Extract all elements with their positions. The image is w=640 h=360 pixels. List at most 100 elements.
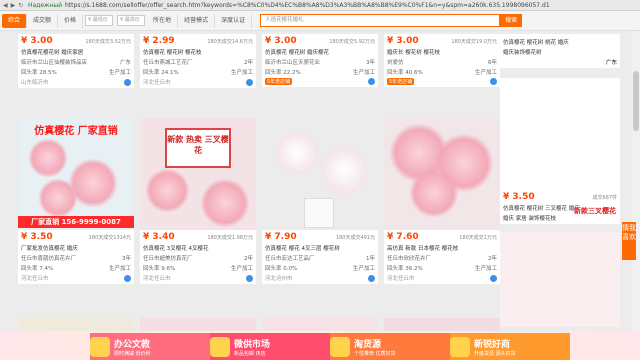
card-title[interactable]: 婚庆长 樱花树 樱花枝 — [387, 48, 497, 56]
image-banner: 厂家直销 156-9999-0087 — [18, 216, 134, 228]
url-field[interactable]: https://s.1688.com/selloffer/offer_searc… — [65, 2, 640, 9]
card-kind: 生产加工 — [352, 266, 375, 272]
card-title[interactable]: 仿真樱花 樱花树 婚庆樱花 — [265, 48, 375, 56]
side-product-card[interactable]: 新款三叉樱花 ¥ 3.50 成交687件 仿真樱花 樱花树 三叉樱花 婚庆 婚庆 … — [500, 78, 620, 224]
product-image-partial[interactable] — [140, 318, 256, 331]
product-image[interactable] — [500, 232, 620, 327]
card-kind: 生产加工 — [352, 70, 375, 76]
product-image[interactable]: 新款 热卖 三叉樱花 — [140, 118, 256, 230]
product-image[interactable] — [384, 118, 500, 230]
product-image[interactable]: 新款三叉樱花 — [500, 78, 620, 215]
tab-certification[interactable]: 深度认证 — [215, 13, 253, 28]
card-title[interactable]: 仿真樱花樱花树 婚庆家居 — [21, 48, 131, 56]
chat-icon[interactable] — [368, 78, 375, 85]
product-card[interactable]: ¥ 3.00 180天成交5.92万元 仿真樱花 樱花树 婚庆樱花 临沂市兰山区天… — [262, 34, 378, 87]
product-image-partial[interactable] — [384, 318, 500, 331]
card-seller[interactable]: 任丘市欣欣花卉厂 — [387, 254, 431, 262]
image-caption: 新款三叉樱花 — [574, 207, 616, 215]
card-info: ¥ 2.99 180天成交14.6万元 仿真樱花 樱花树 樱花枝 任丘市燕城工艺花… — [140, 34, 256, 88]
card-return-rate: 回头率 9.6% — [143, 266, 176, 272]
promo-wechat[interactable]: 微供市场 新品包邮 夜店 — [210, 333, 330, 360]
chat-icon[interactable] — [246, 274, 253, 282]
back-icon[interactable]: ◀ — [3, 2, 8, 9]
card-title[interactable]: 高仿真 新款 日本樱花 樱花枝 — [387, 244, 497, 252]
page-scrollbar[interactable] — [632, 31, 640, 360]
card-kind: 生产加工 — [230, 266, 253, 272]
product-card[interactable]: 新款 热卖 三叉樱花 ¥ 3.40 180天成交1.98万元 仿真樱花 3叉樱花 … — [140, 118, 256, 284]
card-seller[interactable]: 刘爱仿 — [387, 58, 404, 66]
product-card[interactable]: ¥ 2.99 180天成交14.6万元 仿真樱花 樱花树 樱花枝 任丘市燕城工艺花… — [140, 34, 256, 88]
card-seller[interactable]: 任丘市超美仿真花厂 — [143, 254, 193, 262]
tab-location[interactable]: 所在地 — [147, 13, 179, 28]
product-card[interactable]: ¥ 7.60 180天成交1万元 高仿真 新款 日本樱花 樱花枝 任丘市欣欣花卉厂… — [384, 118, 500, 284]
blossom-decor — [200, 178, 250, 228]
search-button[interactable]: 搜索 — [500, 14, 523, 27]
forward-icon[interactable]: ▶ — [11, 2, 16, 9]
chat-icon[interactable] — [490, 78, 497, 85]
card-seller[interactable]: 临沂市兰山区天骄花业 — [265, 58, 320, 66]
card-title[interactable]: 仿真樱花 3叉樱花 4叉樱花 — [143, 244, 253, 252]
card-return-rate: 回头率 36.2% — [387, 266, 423, 272]
promo-title: 微供市场 — [234, 339, 271, 350]
price-max-input[interactable]: ¥ 最高价 — [117, 15, 146, 26]
chat-icon[interactable] — [124, 78, 131, 86]
card-kind: 生产加工 — [230, 70, 253, 76]
card-sold: 180天成交491元 — [335, 235, 375, 241]
card-seller[interactable]: 任丘市喜鹊仿真花卉厂 — [21, 254, 76, 262]
product-image[interactable]: 仿真樱花 厂家直销 厂家直销 156-9999-0087 — [18, 118, 134, 230]
browser-nav: ◀ ▶ ↻ — [0, 2, 28, 9]
side-card-title[interactable]: 仿真樱花 樱花树 桃花 婚庆 — [503, 38, 617, 46]
card-region: 广东 — [119, 60, 131, 66]
card-badge: 5年老店铺 — [265, 78, 293, 85]
card-title[interactable]: 仿真樱花 樱花树 樱花枝 — [143, 48, 253, 56]
product-image-partial[interactable] — [18, 318, 134, 331]
promo-office[interactable]: 办公文教 限时满减 低价秒 — [90, 333, 210, 360]
promo-taohuoyuan[interactable]: 淘货源 个性推荐 优质好货 — [330, 333, 450, 360]
blossom-decor — [317, 143, 372, 198]
chat-icon[interactable] — [124, 274, 131, 282]
promo-subtitle: 新品包邮 夜店 — [234, 350, 266, 357]
card-years: 2年 — [244, 256, 253, 262]
card-location: 河北沧州市 — [265, 276, 293, 282]
secure-label: Надежный — [28, 1, 62, 9]
card-price: ¥ 3.00 — [21, 36, 53, 46]
tab-business-mode[interactable]: 经营模式 — [178, 13, 216, 28]
promo-subtitle: 升级货源 源头好货 — [474, 350, 516, 357]
promo-new-merchants[interactable]: 新锐好商 升级货源 源头好货 — [450, 333, 570, 360]
scrollbar-thumb[interactable] — [633, 71, 639, 131]
chat-icon[interactable] — [368, 274, 375, 282]
card-sold: 180天成交1314元 — [88, 235, 131, 241]
card-price: ¥ 2.99 — [143, 36, 175, 46]
side-card-subtitle: 婚庆装饰樱花树 — [503, 50, 542, 56]
card-location: 河北任丘市 — [143, 80, 171, 86]
card-location: 河北任丘市 — [143, 276, 171, 282]
card-title[interactable]: 厂家批发仿真樱花 婚庆 — [21, 244, 131, 252]
product-card[interactable]: ¥ 7.90 180天成交491元 仿真樱花 樱花 4叉三层 樱花树 任丘市宏达工… — [262, 118, 378, 284]
product-card[interactable]: ¥ 3.00 180天成交3.52万元 仿真樱花樱花树 婚庆家居 临沂市兰山区仙樱… — [18, 34, 134, 88]
card-seller[interactable]: 任丘市燕城工艺花厂 — [143, 58, 193, 66]
side-product-card[interactable]: 仿真樱花 樱花树 桃花 婚庆 婚庆装饰樱花树 广东 — [500, 34, 620, 68]
blossom-decor — [409, 168, 459, 218]
card-price: ¥ 3.00 — [387, 36, 419, 46]
price-min-input[interactable]: ¥ 最低价 — [85, 15, 114, 26]
card-info: ¥ 3.50 180天成交1314元 厂家批发仿真樱花 婚庆 任丘市喜鹊仿真花卉厂… — [18, 230, 134, 284]
product-image-partial[interactable] — [262, 318, 378, 331]
tab-price[interactable]: 价格 — [58, 13, 84, 28]
search-input[interactable]: 人造花樱花婚礼 — [260, 14, 501, 27]
tab-comprehensive[interactable]: 综合 — [2, 13, 28, 28]
chat-icon[interactable] — [246, 78, 253, 86]
card-return-rate: 回头率 24.1% — [143, 70, 179, 76]
side-card-price: ¥ 3.50 — [503, 192, 535, 202]
side-product-card[interactable] — [500, 232, 620, 327]
blossom-decor — [38, 178, 78, 218]
product-card[interactable]: 仿真樱花 厂家直销 厂家直销 156-9999-0087 ¥ 3.50 180天成… — [18, 118, 134, 284]
card-title[interactable]: 仿真樱花 樱花 4叉三层 樱花树 — [265, 244, 375, 252]
card-seller[interactable]: 任丘市宏达工艺品厂 — [265, 254, 315, 262]
tab-volume[interactable]: 成交额 — [27, 13, 59, 28]
card-seller[interactable]: 临沂市兰山区仙樱装饰品店 — [21, 58, 87, 66]
reload-icon[interactable]: ↻ — [18, 2, 23, 9]
chat-icon[interactable] — [490, 274, 497, 282]
product-card[interactable]: ¥ 3.00 180天成交19.0万元 婚庆长 樱花树 樱花枝 刘爱仿 6年 回头率… — [384, 34, 500, 87]
product-image[interactable] — [262, 118, 378, 230]
recommend-tab[interactable]: 猜我喜欢 — [622, 222, 636, 260]
